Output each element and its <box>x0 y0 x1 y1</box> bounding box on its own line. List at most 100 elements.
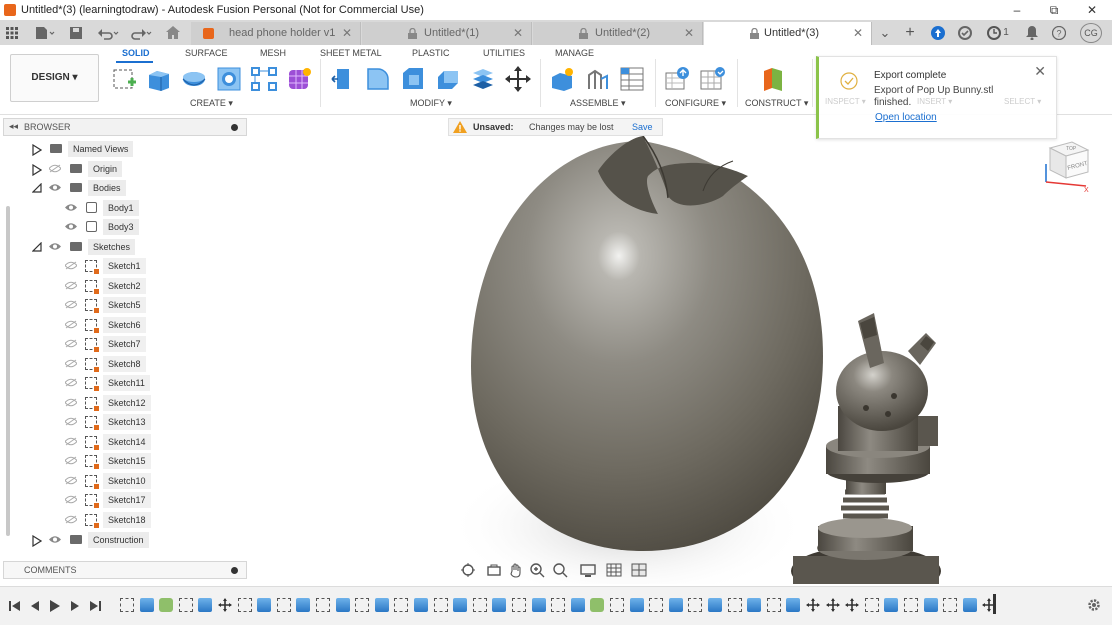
skip-to-end-icon[interactable] <box>88 599 102 613</box>
pan-hand-icon[interactable] <box>508 562 524 578</box>
notifications-bell-icon[interactable] <box>1024 23 1040 43</box>
close-tab-icon[interactable]: ✕ <box>684 22 694 45</box>
timeline-extrude-item[interactable] <box>884 598 898 612</box>
comments-panel-header[interactable]: COMMENTS <box>3 561 247 579</box>
timeline-sketch-item[interactable] <box>277 598 291 612</box>
model-canvas[interactable] <box>248 116 1112 584</box>
tree-item-sketch[interactable]: Sketch1 <box>60 257 155 275</box>
egg-body-model[interactable] <box>471 135 823 551</box>
app-grid-icon[interactable] <box>4 23 20 43</box>
timeline-sketch-item[interactable] <box>688 598 702 612</box>
timeline-sketch-item[interactable] <box>238 598 252 612</box>
hole-icon[interactable] <box>215 65 243 93</box>
timeline-extrude-item[interactable] <box>532 598 546 612</box>
timeline-extrude-item[interactable] <box>492 598 506 612</box>
visibility-hidden-eye-icon[interactable] <box>65 456 77 465</box>
timeline-sketch-item[interactable] <box>943 598 957 612</box>
tab-sheet-metal[interactable]: SHEET METAL <box>320 48 382 58</box>
joint-icon[interactable] <box>583 65 611 93</box>
fit-zoom-icon[interactable] <box>552 562 568 578</box>
timeline-extrude-item[interactable] <box>963 598 977 612</box>
timeline-sketch-item[interactable] <box>512 598 526 612</box>
timeline-extrude-item[interactable] <box>747 598 761 612</box>
display-settings-icon[interactable] <box>580 562 596 578</box>
move-copy-icon[interactable] <box>504 65 532 93</box>
viewcube[interactable]: TOP FRONT X <box>1042 134 1094 194</box>
visibility-eye-icon[interactable] <box>49 183 61 192</box>
configuration-table-icon[interactable] <box>698 65 726 93</box>
tab-untitled-2[interactable]: Untitled*(2) ✕ <box>533 22 703 45</box>
timeline-extrude-item[interactable] <box>414 598 428 612</box>
timeline-sketch-item[interactable] <box>865 598 879 612</box>
user-avatar[interactable]: CG <box>1080 23 1102 43</box>
timeline-extrude-item[interactable] <box>257 598 271 612</box>
tree-item-sketch[interactable]: Sketch8 <box>60 355 155 373</box>
tree-item-sketch[interactable]: Sketch2 <box>60 277 155 295</box>
create-form-icon[interactable] <box>285 65 313 93</box>
timeline-settings-gear-icon[interactable] <box>1087 598 1101 612</box>
timeline-sketch-item[interactable] <box>120 598 134 612</box>
visibility-eye-icon[interactable] <box>49 242 61 251</box>
visibility-hidden-eye-icon[interactable] <box>65 281 77 290</box>
combine-icon[interactable] <box>469 65 497 93</box>
visibility-eye-icon[interactable] <box>49 535 61 544</box>
job-status-icon[interactable] <box>956 23 974 43</box>
select-group-label[interactable]: SELECT ▾ <box>1004 97 1041 106</box>
timeline-sketch-item[interactable] <box>394 598 408 612</box>
timeline-sketch-item[interactable] <box>179 598 193 612</box>
tree-item-sketch[interactable]: Sketch5 <box>60 296 155 314</box>
visibility-eye-icon[interactable] <box>65 203 77 212</box>
timeline-extrude-item[interactable] <box>669 598 683 612</box>
tree-item-sketch[interactable]: Sketch13 <box>60 413 155 431</box>
timeline-sketch-item[interactable] <box>434 598 448 612</box>
close-tab-icon[interactable]: ✕ <box>853 22 863 45</box>
visibility-hidden-eye-icon[interactable] <box>65 261 77 270</box>
zoom-icon[interactable] <box>529 562 545 578</box>
look-at-icon[interactable] <box>486 562 502 578</box>
orbit-icon[interactable] <box>460 562 476 578</box>
tree-item-sketch[interactable]: Sketch11 <box>60 374 155 392</box>
timeline-feature-item[interactable] <box>159 598 173 612</box>
chamfer-icon[interactable] <box>399 65 427 93</box>
redo-icon[interactable] <box>126 23 156 43</box>
timeline-extrude-item[interactable] <box>708 598 722 612</box>
viewports-icon[interactable] <box>631 562 647 578</box>
tree-item-sketch[interactable]: Sketch14 <box>60 433 155 451</box>
undo-icon[interactable] <box>94 23 124 43</box>
timeline-sketch-item[interactable] <box>767 598 781 612</box>
new-component-icon[interactable] <box>548 65 576 93</box>
tab-untitled-1[interactable]: Untitled*(1) ✕ <box>362 22 532 45</box>
tab-untitled-3[interactable]: Untitled*(3) ✕ <box>704 22 872 45</box>
timeline-extrude-item[interactable] <box>924 598 938 612</box>
shell-icon[interactable] <box>434 65 462 93</box>
configure-group-label[interactable]: CONFIGURE ▾ <box>665 98 726 109</box>
extensions-icon[interactable] <box>929 23 947 43</box>
visibility-hidden-eye-icon[interactable] <box>65 398 77 407</box>
pattern-icon[interactable] <box>250 65 278 93</box>
configure-icon[interactable] <box>663 65 691 93</box>
tree-item-sketch[interactable]: Sketch12 <box>60 394 155 412</box>
close-window-button[interactable]: ✕ <box>1075 0 1109 20</box>
workspace-switcher-button[interactable]: DESIGN ▾ <box>10 54 99 102</box>
visibility-hidden-eye-icon[interactable] <box>65 320 77 329</box>
help-icon[interactable]: ? <box>1051 23 1067 43</box>
create-sketch-icon[interactable] <box>111 65 139 93</box>
open-location-link[interactable]: Open location <box>875 112 937 123</box>
expand-arrow-icon[interactable] <box>32 144 42 156</box>
inspect-group-label[interactable]: INSPECT ▾ <box>825 97 866 106</box>
collapse-arrow-icon[interactable] <box>32 183 42 193</box>
file-menu-icon[interactable] <box>32 23 58 43</box>
step-forward-icon[interactable] <box>68 599 82 613</box>
tree-item-sketch[interactable]: Sketch6 <box>60 316 155 334</box>
fillet-icon[interactable] <box>364 65 392 93</box>
timeline-move-item[interactable] <box>982 598 996 612</box>
timeline-extrude-item[interactable] <box>198 598 212 612</box>
grid-settings-icon[interactable] <box>606 562 622 578</box>
tree-item-body1[interactable]: Body1 <box>0 199 248 217</box>
tree-item-sketch[interactable]: Sketch18 <box>60 511 155 529</box>
minimize-button[interactable]: – <box>1000 0 1034 20</box>
timeline-sketch-item[interactable] <box>316 598 330 612</box>
timeline-sketch-item[interactable] <box>355 598 369 612</box>
tab-manage[interactable]: MANAGE <box>555 48 594 58</box>
press-pull-icon[interactable] <box>329 65 357 93</box>
